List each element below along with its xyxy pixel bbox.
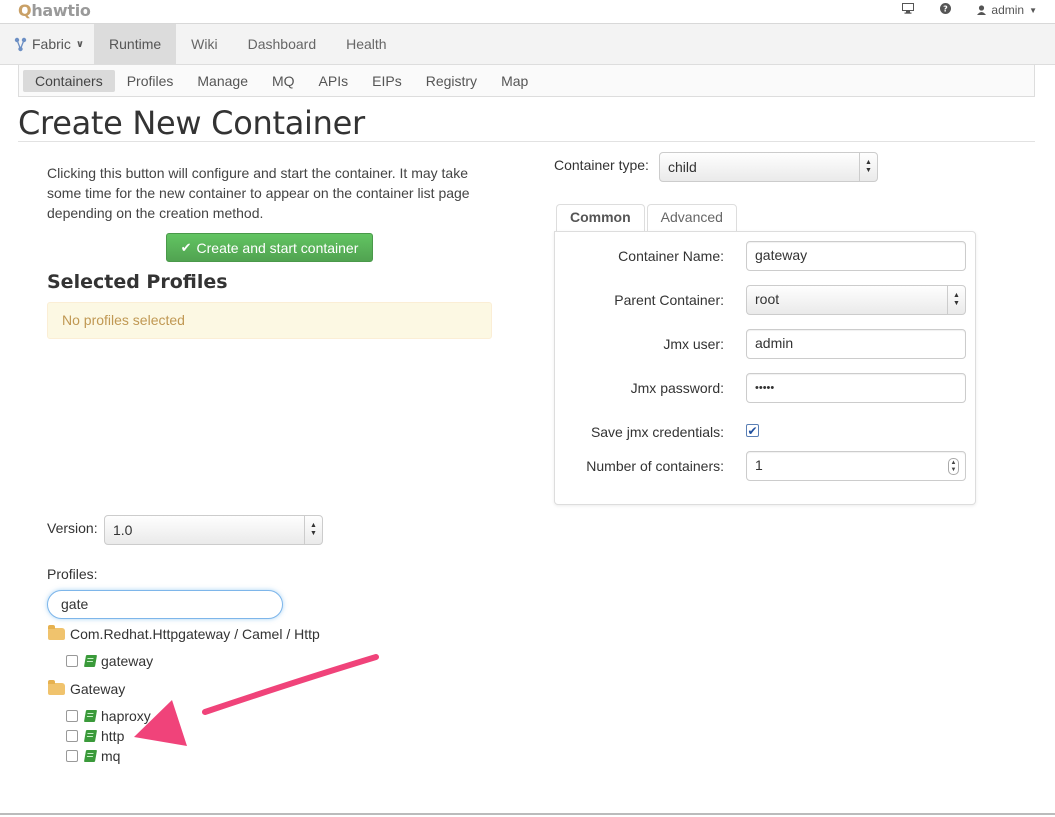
fabric-icon <box>14 37 27 51</box>
parent-container-select[interactable]: root ▲ ▼ <box>746 285 966 315</box>
profile-label: haproxy <box>101 708 151 724</box>
main-nav: Fabric ∨ Runtime Wiki Dashboard Health <box>0 24 1055 65</box>
version-select[interactable]: 1.0 ▲ ▼ <box>104 515 323 545</box>
profile-label: http <box>101 728 125 744</box>
user-icon <box>977 5 987 15</box>
profile-checkbox[interactable] <box>66 655 78 667</box>
number-of-containers-value: 1 <box>755 457 763 473</box>
profile-label: mq <box>101 748 121 764</box>
subnav-registry[interactable]: Registry <box>414 70 489 92</box>
jmx-password-input[interactable]: ••••• <box>746 373 966 403</box>
hawtio-logo[interactable]: Qhawtio <box>18 1 91 20</box>
select-arrows-icon: ▲ ▼ <box>304 516 322 544</box>
tab-advanced[interactable]: Advanced <box>646 204 737 232</box>
monitor-icon[interactable] <box>902 3 915 17</box>
top-bar: Qhawtio ? admin ▼ <box>0 0 1055 24</box>
folder-open-icon <box>48 625 65 640</box>
folder-open-icon <box>48 680 65 695</box>
stepper-arrows-icon[interactable]: ▲ ▼ <box>948 458 959 475</box>
bottom-divider <box>0 813 1055 815</box>
help-icon[interactable]: ? <box>940 3 952 17</box>
top-icons: ? admin ▼ <box>902 3 1037 17</box>
tree-folder-gateway[interactable]: Gateway <box>48 680 126 697</box>
version-label: Version: <box>47 520 98 536</box>
container-type-value: child <box>668 159 697 175</box>
page-title: Create New Container <box>18 104 365 142</box>
nav-fabric[interactable]: Fabric ∨ <box>0 24 94 64</box>
save-credentials-label: Save jmx credentials: <box>590 424 724 440</box>
form-tabs: Common Advanced <box>556 204 737 232</box>
profile-label: gateway <box>101 653 154 669</box>
tree-item-gateway[interactable]: gateway <box>66 653 153 669</box>
selected-profiles-heading: Selected Profiles <box>47 271 228 293</box>
profile-checkbox[interactable] <box>66 730 78 742</box>
checkmark-icon: ✔ <box>747 423 758 438</box>
create-and-start-button[interactable]: ✔ Create and start container <box>166 233 373 262</box>
svg-text:?: ? <box>944 5 949 14</box>
nav-runtime[interactable]: Runtime <box>94 24 177 64</box>
tree-item-haproxy[interactable]: haproxy <box>66 708 151 724</box>
subnav-manage[interactable]: Manage <box>185 70 260 92</box>
subnav-map[interactable]: Map <box>489 70 540 92</box>
version-value: 1.0 <box>113 522 133 538</box>
container-name-label: Container Name: <box>618 248 724 264</box>
subnav-apis[interactable]: APIs <box>307 70 361 92</box>
logo-text: hawtio <box>31 1 91 20</box>
tree-folder-label: Gateway <box>70 681 126 697</box>
container-type-select[interactable]: child ▲ ▼ <box>659 152 878 182</box>
parent-container-value: root <box>755 291 780 307</box>
intro-text: Clicking this button will configure and … <box>47 165 470 221</box>
nav-dashboard[interactable]: Dashboard <box>233 24 332 64</box>
title-divider <box>18 141 1035 142</box>
container-name-input[interactable]: gateway <box>746 241 966 271</box>
parent-container-label: Parent Container: <box>614 292 724 308</box>
caret-down-icon: ▼ <box>1029 5 1037 15</box>
number-of-containers-input[interactable]: 1 ▲ ▼ <box>746 451 966 481</box>
user-menu[interactable]: admin ▼ <box>977 3 1037 17</box>
no-profiles-alert: No profiles selected <box>47 302 492 339</box>
tree-item-http[interactable]: http <box>66 728 124 744</box>
chevron-down-icon: ∨ <box>75 38 85 50</box>
profile-checkbox[interactable] <box>66 750 78 762</box>
profile-book-icon <box>83 655 98 667</box>
subnav-containers[interactable]: Containers <box>23 69 115 92</box>
create-button-label: Create and start container <box>196 239 359 256</box>
subnav-profiles[interactable]: Profiles <box>115 70 186 92</box>
container-type-label: Container type: <box>554 157 649 173</box>
tree-folder-label: Com.Redhat.Httpgateway / Camel / Http <box>70 626 320 642</box>
check-icon: ✔ <box>180 239 192 255</box>
nav-wiki[interactable]: Wiki <box>176 24 232 64</box>
subnav-eips[interactable]: EIPs <box>360 70 414 92</box>
subnav-mq[interactable]: MQ <box>260 70 307 92</box>
select-arrows-icon: ▲ ▼ <box>859 153 877 181</box>
tree-folder-httpgateway[interactable]: Com.Redhat.Httpgateway / Camel / Http <box>48 625 320 642</box>
profiles-filter-input[interactable]: gate <box>47 590 283 619</box>
select-arrows-icon: ▲ ▼ <box>947 286 965 314</box>
tree-item-mq[interactable]: mq <box>66 748 120 764</box>
profile-checkbox[interactable] <box>66 710 78 722</box>
username: admin <box>991 3 1025 17</box>
jmx-user-label: Jmx user: <box>663 336 724 352</box>
profiles-label: Profiles: <box>47 566 98 582</box>
profile-book-icon <box>83 750 98 762</box>
profile-book-icon <box>83 730 98 742</box>
number-of-containers-label: Number of containers: <box>586 458 724 474</box>
tab-common[interactable]: Common <box>556 204 645 232</box>
save-credentials-checkbox[interactable]: ✔ <box>746 424 759 437</box>
container-form-panel: Container Name: gateway Parent Container… <box>554 231 976 505</box>
nav-health[interactable]: Health <box>331 24 401 64</box>
profile-book-icon <box>83 710 98 722</box>
nav-fabric-label: Fabric <box>32 36 71 52</box>
sub-nav: Containers Profiles Manage MQ APIs EIPs … <box>18 65 1035 97</box>
jmx-user-input[interactable]: admin <box>746 329 966 359</box>
jmx-password-label: Jmx password: <box>630 380 724 396</box>
